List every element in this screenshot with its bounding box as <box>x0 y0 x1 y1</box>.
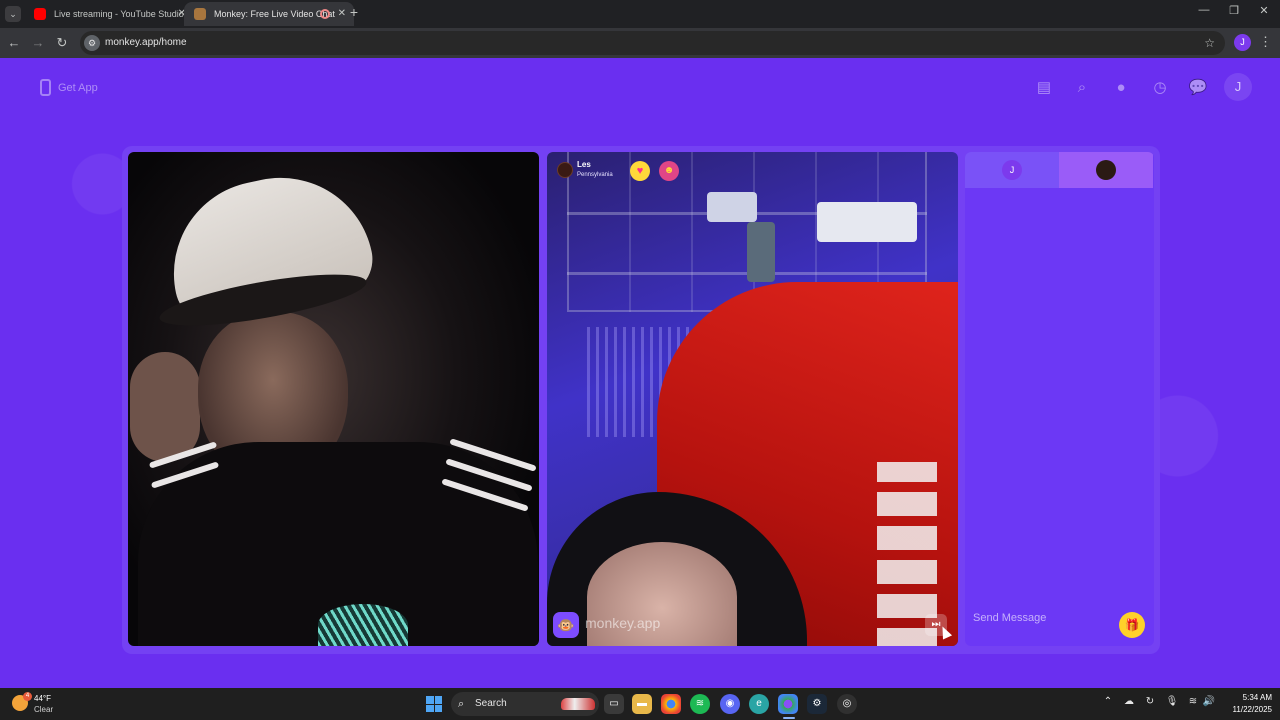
get-app-button[interactable]: Get App <box>40 78 98 98</box>
clock-date: 11/22/2025 <box>1232 705 1272 714</box>
chrome-icon[interactable] <box>661 694 681 714</box>
phone-icon <box>40 79 51 96</box>
clock-time: 5:34 AM <box>1242 693 1272 702</box>
taskbar-search[interactable]: ⌕ Search <box>451 692 599 716</box>
close-window-button[interactable]: ✕ <box>1254 4 1274 22</box>
notification-badge: 4 <box>23 692 32 701</box>
browser-menu-icon[interactable]: ⋮ <box>1259 34 1272 50</box>
spotify-icon[interactable]: ≋ <box>690 694 710 714</box>
search-highlight-image <box>561 698 595 710</box>
message-input[interactable]: Send Message 🎁 <box>965 604 1154 646</box>
system-clock[interactable]: 5:34 AM 11/22/2025 <box>1218 692 1272 716</box>
container <box>707 192 757 222</box>
tab-title: Monkey: Free Live Video Chat <box>214 9 335 19</box>
user-avatar[interactable]: J <box>1224 73 1252 101</box>
weather-temp: 44°F <box>34 694 51 703</box>
browser-tab-bar: ⌄ Live streaming - YouTube Studio ✕ Monk… <box>0 0 1280 28</box>
my-avatar: J <box>1002 160 1022 180</box>
search-label: Search <box>475 698 507 709</box>
chat-icon[interactable]: 💬 <box>1187 77 1209 99</box>
search-icon[interactable]: ⌕ <box>1071 77 1093 99</box>
browser-toolbar: ← → ↻ ⚙ monkey.app/home ☆ J ⋮ <box>0 28 1280 58</box>
steam-icon[interactable]: ⚙ <box>807 694 827 714</box>
tab-youtube-studio[interactable]: Live streaming - YouTube Studio ✕ <box>24 2 194 26</box>
site-info-icon[interactable]: ⚙ <box>84 35 100 51</box>
weather-condition: Clear <box>34 705 54 714</box>
get-app-label: Get App <box>58 82 98 94</box>
windows-taskbar: 4 44°F Clear ⌕ Search ▭ ▬ ≋ ◉ e ⚙ ◎ ⌃ ☁ … <box>0 688 1280 720</box>
gift-button[interactable]: 🎁 <box>1119 612 1145 638</box>
monkey-page: Get App ▤ ⌕ ● ◷ 💬 J Les Pennsylvania ♥ ☻… <box>0 58 1280 688</box>
video-chat-stage: Les Pennsylvania ♥ ☻ 🐵 monkey.app ⏭ J Se <box>122 146 1160 654</box>
tab-search-button[interactable]: ⌄ <box>5 6 21 22</box>
discord-icon[interactable]: ◉ <box>720 694 740 714</box>
reload-button[interactable]: ↻ <box>52 33 72 53</box>
bookmark-star-icon[interactable]: ☆ <box>1204 31 1215 55</box>
start-button[interactable] <box>426 696 442 712</box>
tab-title: Live streaming - YouTube Studio <box>54 9 184 19</box>
edge-icon[interactable]: e <box>749 694 769 714</box>
recording-indicator-icon <box>320 9 330 19</box>
history-icon[interactable]: ◷ <box>1149 77 1171 99</box>
chrome-profile-icon[interactable] <box>778 694 798 714</box>
obs-icon[interactable]: ◎ <box>837 694 857 714</box>
local-video <box>128 152 539 646</box>
browser-profile-avatar[interactable]: J <box>1234 34 1251 51</box>
monkey-logo-icon: 🐵 <box>553 612 579 638</box>
search-icon: ⌕ <box>458 698 465 710</box>
profile-icon[interactable]: ● <box>1110 77 1132 99</box>
wifi-icon[interactable]: ≋ <box>1186 696 1200 712</box>
chat-tab-peer[interactable] <box>1059 152 1153 188</box>
chat-panel: J Send Message 🎁 <box>965 152 1154 646</box>
bottle <box>817 202 917 242</box>
url-text: monkey.app/home <box>105 37 187 48</box>
file-explorer-icon[interactable]: ▬ <box>632 694 652 714</box>
peer-name: Les <box>577 160 591 169</box>
hand <box>130 352 200 462</box>
sync-icon[interactable]: ↻ <box>1143 696 1157 712</box>
heart-badge-icon: ♥ <box>630 161 650 181</box>
microphone-icon[interactable]: 🎙 <box>1165 696 1179 712</box>
minimize-button[interactable]: — <box>1194 4 1214 22</box>
chat-tab-me[interactable]: J <box>965 152 1059 188</box>
remote-video: Les Pennsylvania ♥ ☻ 🐵 monkey.app ⏭ <box>547 152 958 646</box>
store-icon[interactable]: ▤ <box>1033 77 1055 99</box>
volume-icon[interactable]: 🔊 <box>1202 696 1216 712</box>
chat-participant-tabs: J <box>965 152 1154 188</box>
onedrive-icon[interactable]: ☁ <box>1122 696 1136 712</box>
weather-widget[interactable]: 4 44°F Clear <box>12 691 72 717</box>
emoji-badge-icon: ☻ <box>659 161 679 181</box>
address-bar[interactable]: ⚙ monkey.app/home ☆ <box>80 31 1225 55</box>
new-tab-button[interactable]: + <box>346 4 362 22</box>
peer-avatar[interactable] <box>557 162 573 178</box>
forward-button[interactable]: → <box>28 33 48 53</box>
tab-monkey[interactable]: Monkey: Free Live Video Chat ✕ <box>184 2 354 26</box>
microphone-light <box>318 604 408 646</box>
watermark-text: monkey.app <box>585 615 661 631</box>
restore-button[interactable]: ❐ <box>1224 4 1244 22</box>
task-view-icon[interactable]: ▭ <box>604 694 624 714</box>
bottle <box>747 222 775 282</box>
youtube-icon <box>34 8 46 20</box>
peer-info[interactable]: Les Pennsylvania ♥ ☻ <box>557 158 687 184</box>
monkey-icon <box>194 8 206 20</box>
close-tab-icon[interactable]: ✕ <box>338 2 346 26</box>
show-hidden-icons[interactable]: ⌃ <box>1101 696 1115 712</box>
peer-avatar <box>1096 160 1116 180</box>
back-button[interactable]: ← <box>4 33 24 53</box>
peer-location: Pennsylvania <box>577 172 613 178</box>
message-placeholder: Send Message <box>973 612 1047 624</box>
active-app-indicator <box>783 717 795 719</box>
